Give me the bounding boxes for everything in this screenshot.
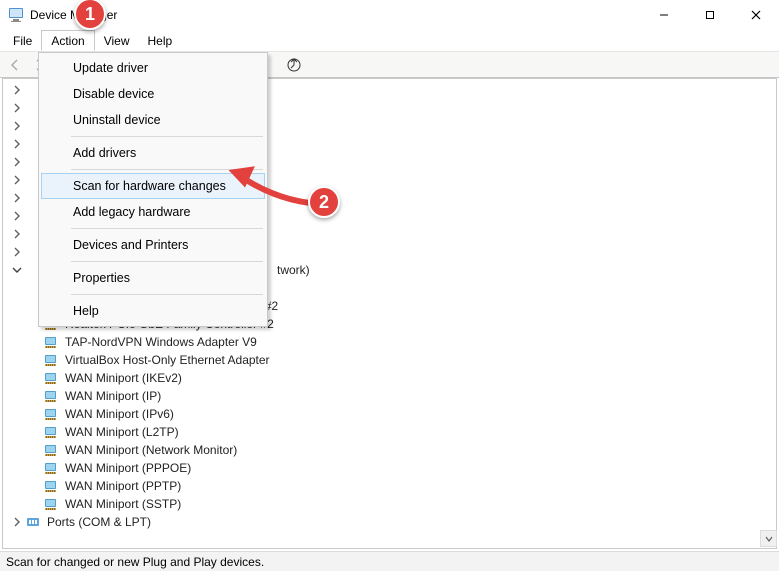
tree-item-label: WAN Miniport (IKEv2)	[63, 371, 184, 385]
network-adapter-icon	[43, 496, 59, 512]
status-text: Scan for changed or new Plug and Play de…	[6, 555, 264, 569]
network-adapter-icon	[43, 388, 59, 404]
title-bar: Device Manager	[0, 0, 779, 30]
network-adapter-icon	[43, 334, 59, 350]
menu-action[interactable]: Action	[41, 30, 94, 51]
tree-item-network-adapter[interactable]: TAP-NordVPN Windows Adapter V9	[3, 333, 776, 351]
tree-item-label: WAN Miniport (L2TP)	[63, 425, 181, 439]
menu-scan-hardware-changes[interactable]: Scan for hardware changes	[41, 173, 265, 199]
tree-item-network-adapter[interactable]: WAN Miniport (Network Monitor)	[3, 441, 776, 459]
status-bar: Scan for changed or new Plug and Play de…	[0, 551, 779, 571]
menu-disable-device[interactable]: Disable device	[41, 81, 265, 107]
tree-category-label: twork)	[275, 263, 312, 277]
network-adapter-icon	[43, 424, 59, 440]
tree-item-label: VirtualBox Host-Only Ethernet Adapter	[63, 353, 272, 367]
chevron-right-icon	[9, 190, 25, 206]
tree-item-network-adapter[interactable]: WAN Miniport (IKEv2)	[3, 369, 776, 387]
menu-add-drivers[interactable]: Add drivers	[41, 140, 265, 166]
network-adapter-icon	[43, 370, 59, 386]
chevron-right-icon	[9, 82, 25, 98]
tree-item-label: WAN Miniport (IP)	[63, 389, 163, 403]
tree-item-network-adapter[interactable]: WAN Miniport (IP)	[3, 387, 776, 405]
menu-separator	[71, 136, 263, 137]
arrow-left-icon	[7, 57, 23, 73]
tree-item-label: WAN Miniport (PPPOE)	[63, 461, 193, 475]
back-button[interactable]	[4, 54, 26, 76]
tree-item-network-adapter[interactable]: VirtualBox Host-Only Ethernet Adapter	[3, 351, 776, 369]
action-menu-popup: Update driver Disable device Uninstall d…	[38, 52, 268, 327]
menu-update-driver[interactable]: Update driver	[41, 55, 265, 81]
tree-category-label: Ports (COM & LPT)	[45, 515, 153, 529]
chevron-right-icon	[9, 172, 25, 188]
scan-hardware-toolbar-button[interactable]	[283, 54, 305, 76]
chevron-right-icon	[9, 244, 25, 260]
menu-view[interactable]: View	[95, 30, 139, 51]
tree-item-network-adapter[interactable]: WAN Miniport (L2TP)	[3, 423, 776, 441]
chevron-right-icon	[9, 154, 25, 170]
menu-bar: File Action View Help	[0, 30, 779, 52]
menu-help[interactable]: Help	[139, 30, 182, 51]
chevron-right-icon	[9, 118, 25, 134]
menu-separator	[71, 228, 263, 229]
menu-separator	[71, 169, 263, 170]
chevron-down-icon	[764, 534, 774, 544]
menu-devices-and-printers[interactable]: Devices and Printers	[41, 232, 265, 258]
chevron-right-icon	[9, 100, 25, 116]
menu-file[interactable]: File	[4, 30, 41, 51]
menu-separator	[71, 261, 263, 262]
tree-item-network-adapter[interactable]: WAN Miniport (IPv6)	[3, 405, 776, 423]
chevron-right-icon	[9, 208, 25, 224]
network-adapter-icon	[43, 478, 59, 494]
chevron-right-icon	[9, 226, 25, 242]
network-adapter-icon	[43, 442, 59, 458]
ports-icon	[25, 514, 41, 530]
maximize-button[interactable]	[687, 0, 733, 30]
tree-item-label: WAN Miniport (Network Monitor)	[63, 443, 239, 457]
close-button[interactable]	[733, 0, 779, 30]
chevron-right-icon	[9, 136, 25, 152]
network-adapter-icon	[43, 406, 59, 422]
menu-add-legacy-hardware[interactable]: Add legacy hardware	[41, 199, 265, 225]
network-adapter-icon	[43, 352, 59, 368]
tree-item-label: WAN Miniport (PPTP)	[63, 479, 183, 493]
device-manager-icon	[8, 7, 24, 23]
scroll-down-button[interactable]	[760, 530, 777, 547]
menu-uninstall-device[interactable]: Uninstall device	[41, 107, 265, 133]
tree-item-label: WAN Miniport (IPv6)	[63, 407, 176, 421]
scan-icon	[286, 57, 302, 73]
network-adapter-icon	[43, 460, 59, 476]
menu-separator	[71, 294, 263, 295]
chevron-down-icon	[9, 262, 25, 278]
menu-properties[interactable]: Properties	[41, 265, 265, 291]
annotation-badge-2: 2	[308, 186, 340, 218]
tree-category-ports[interactable]: Ports (COM & LPT)	[3, 513, 776, 531]
tree-item-network-adapter[interactable]: WAN Miniport (SSTP)	[3, 495, 776, 513]
chevron-right-icon	[9, 514, 25, 530]
tree-item-network-adapter[interactable]: WAN Miniport (PPPOE)	[3, 459, 776, 477]
menu-help[interactable]: Help	[41, 298, 265, 324]
minimize-button[interactable]	[641, 0, 687, 30]
tree-item-label: TAP-NordVPN Windows Adapter V9	[63, 335, 259, 349]
tree-item-label: WAN Miniport (SSTP)	[63, 497, 183, 511]
tree-item-network-adapter[interactable]: WAN Miniport (PPTP)	[3, 477, 776, 495]
